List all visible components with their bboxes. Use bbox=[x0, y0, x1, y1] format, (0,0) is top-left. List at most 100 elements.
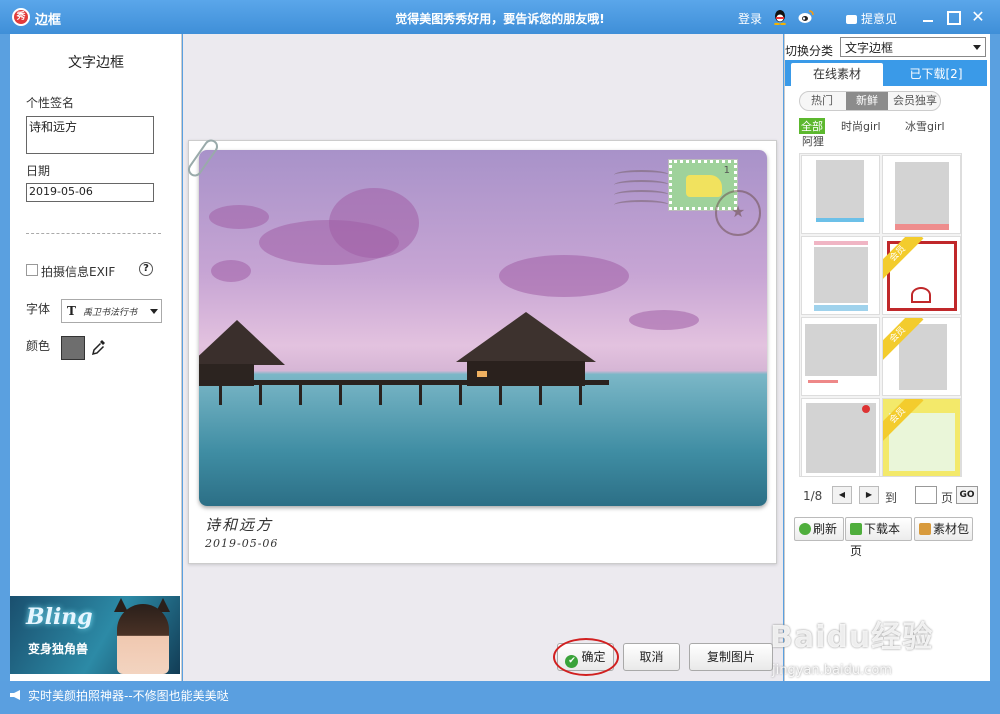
download-icon bbox=[850, 523, 862, 535]
pier-stilt bbox=[379, 385, 382, 405]
cancel-button[interactable]: 取消 bbox=[623, 643, 680, 671]
promo-banner[interactable]: Bling 变身独角兽 bbox=[10, 596, 180, 674]
close-button[interactable]: ✕ bbox=[971, 9, 985, 25]
material-pack-button[interactable]: 素材包 bbox=[914, 517, 973, 541]
pier-stilt bbox=[259, 385, 262, 405]
postcard-preview: 1 诗和远方 2019-05-06 bbox=[185, 136, 777, 564]
frame-thumbnail[interactable] bbox=[801, 398, 880, 477]
go-button[interactable]: GO bbox=[956, 486, 978, 504]
color-label: 颜色 bbox=[26, 339, 51, 353]
material-panel: 切换分类 文字边框 在线素材 已下载[2] 热门 新鲜 会员独享 全部 时尚gi… bbox=[784, 34, 990, 681]
category-select[interactable]: 文字边框 bbox=[840, 37, 986, 57]
material-tabs: 在线素材 已下载[2] bbox=[785, 60, 987, 86]
pier-stilt bbox=[219, 385, 222, 405]
left-settings-panel: 文字边框 个性签名 诗和远方 日期 2019-05-06 拍摄信息EXIF ? … bbox=[10, 34, 182, 681]
cloud bbox=[211, 260, 251, 282]
frame-thumbnail-vip[interactable]: 会员 bbox=[882, 317, 961, 396]
promo-subtitle: 变身独角兽 bbox=[28, 642, 89, 656]
caption-signature: 诗和远方 bbox=[205, 516, 274, 534]
frame-thumbnail[interactable] bbox=[801, 155, 880, 234]
panel-heading: 文字边框 bbox=[68, 55, 124, 71]
postmark-wave bbox=[614, 180, 669, 190]
page-unit-label: 页 bbox=[941, 491, 954, 505]
tab-downloaded[interactable]: 已下载[2] bbox=[889, 63, 983, 86]
prev-page-button[interactable]: ◀ bbox=[832, 486, 852, 504]
font-type-icon: T bbox=[67, 304, 76, 318]
page-number-input[interactable] bbox=[915, 486, 937, 504]
hut-roof bbox=[199, 320, 285, 365]
cloud bbox=[209, 205, 269, 229]
material-pack-label: 素材包 bbox=[933, 522, 970, 536]
color-swatch[interactable] bbox=[61, 336, 85, 360]
rocking-horse-icon bbox=[686, 175, 722, 197]
caption-date: 2019-05-06 bbox=[205, 537, 279, 550]
title-bar: 秀 边框 觉得美图秀秀好用，要告诉您的朋友哦! 登录 提意见 ✕ bbox=[0, 0, 1000, 34]
pier-stilt bbox=[299, 385, 302, 405]
frame-thumbnail-vip[interactable]: 会员 bbox=[882, 398, 961, 477]
promo-title: Bling bbox=[26, 604, 93, 630]
filter-all[interactable]: 全部 bbox=[799, 118, 825, 134]
signature-input[interactable]: 诗和远方 bbox=[26, 116, 154, 154]
copy-image-button[interactable]: 复制图片 bbox=[689, 643, 773, 671]
eyedropper-icon[interactable] bbox=[92, 339, 106, 357]
next-page-button[interactable]: ▶ bbox=[859, 486, 879, 504]
font-name: 禹卫书法行书 bbox=[83, 308, 138, 318]
confirm-label: 确定 bbox=[581, 650, 606, 664]
maximize-button[interactable] bbox=[946, 10, 961, 25]
hut-light bbox=[477, 371, 487, 377]
feedback-label: 提意见 bbox=[861, 12, 898, 26]
pagination: 1/8 ◀ ▶ 到 页 GO bbox=[803, 486, 983, 506]
frame-thumbnail[interactable] bbox=[882, 155, 961, 234]
help-icon[interactable]: ? bbox=[139, 262, 153, 276]
tab-online-materials[interactable]: 在线素材 bbox=[791, 63, 883, 86]
hut-roof bbox=[456, 312, 596, 362]
filter-ice-girl[interactable]: 冰雪girl bbox=[905, 118, 945, 134]
postmark-icon bbox=[715, 190, 761, 236]
date-input[interactable]: 2019-05-06 bbox=[26, 183, 154, 202]
chevron-down-icon bbox=[150, 309, 158, 314]
chat-icon bbox=[846, 15, 857, 24]
frame-thumbnail[interactable] bbox=[801, 317, 880, 396]
chevron-down-icon bbox=[973, 45, 981, 50]
qq-icon[interactable] bbox=[773, 9, 787, 25]
stamp-number: 1 bbox=[723, 165, 730, 176]
pier-stilt bbox=[539, 385, 542, 405]
download-page-button[interactable]: 下载本页 bbox=[845, 517, 912, 558]
divider bbox=[26, 233, 161, 234]
login-link[interactable]: 登录 bbox=[738, 10, 762, 27]
thumbnail-grid: 会员 会员 会员 bbox=[799, 153, 962, 477]
refresh-icon bbox=[799, 523, 811, 535]
cloud bbox=[629, 310, 699, 330]
preview-canvas: 1 诗和远方 2019-05-06 ✔确定 取消 复制图片 bbox=[183, 34, 783, 681]
check-icon: ✔ bbox=[565, 655, 579, 668]
cloud bbox=[329, 188, 419, 258]
cloud bbox=[499, 255, 629, 297]
promo-portrait bbox=[117, 604, 169, 674]
font-label: 字体 bbox=[26, 302, 51, 316]
font-select[interactable]: T 禹卫书法行书 bbox=[61, 299, 162, 323]
subtab-hot[interactable]: 热门 bbox=[800, 92, 844, 110]
postmark-wave bbox=[614, 200, 669, 210]
feedback-link[interactable]: 提意见 bbox=[846, 10, 897, 27]
goto-label: 到 bbox=[885, 491, 898, 505]
filter-fashion-girl[interactable]: 时尚girl bbox=[841, 118, 881, 134]
exif-checkbox[interactable] bbox=[26, 264, 38, 276]
category-value: 文字边框 bbox=[845, 41, 894, 55]
postmark-wave bbox=[614, 170, 669, 180]
status-text[interactable]: 实时美颜拍照神器--不修图也能美美哒 bbox=[28, 687, 229, 704]
speaker-icon bbox=[10, 690, 20, 700]
subtab-new[interactable]: 新鲜 bbox=[846, 92, 888, 110]
filter-ali[interactable]: 阿狸 bbox=[802, 133, 824, 149]
confirm-button[interactable]: ✔ 确定 bbox=[557, 643, 614, 671]
weibo-icon[interactable] bbox=[798, 9, 814, 24]
refresh-button[interactable]: 刷新 bbox=[794, 517, 844, 541]
refresh-label: 刷新 bbox=[813, 522, 838, 536]
frame-thumbnail[interactable] bbox=[801, 236, 880, 315]
package-icon bbox=[919, 523, 931, 535]
pier-stilt bbox=[459, 385, 462, 405]
pier-stilt bbox=[339, 385, 342, 405]
frame-thumbnail-vip[interactable]: 会员 bbox=[882, 236, 961, 315]
subtab-vip[interactable]: 会员独享 bbox=[888, 92, 940, 110]
minimize-button[interactable] bbox=[921, 10, 935, 24]
status-bar: 实时美颜拍照神器--不修图也能美美哒 bbox=[0, 681, 1000, 714]
